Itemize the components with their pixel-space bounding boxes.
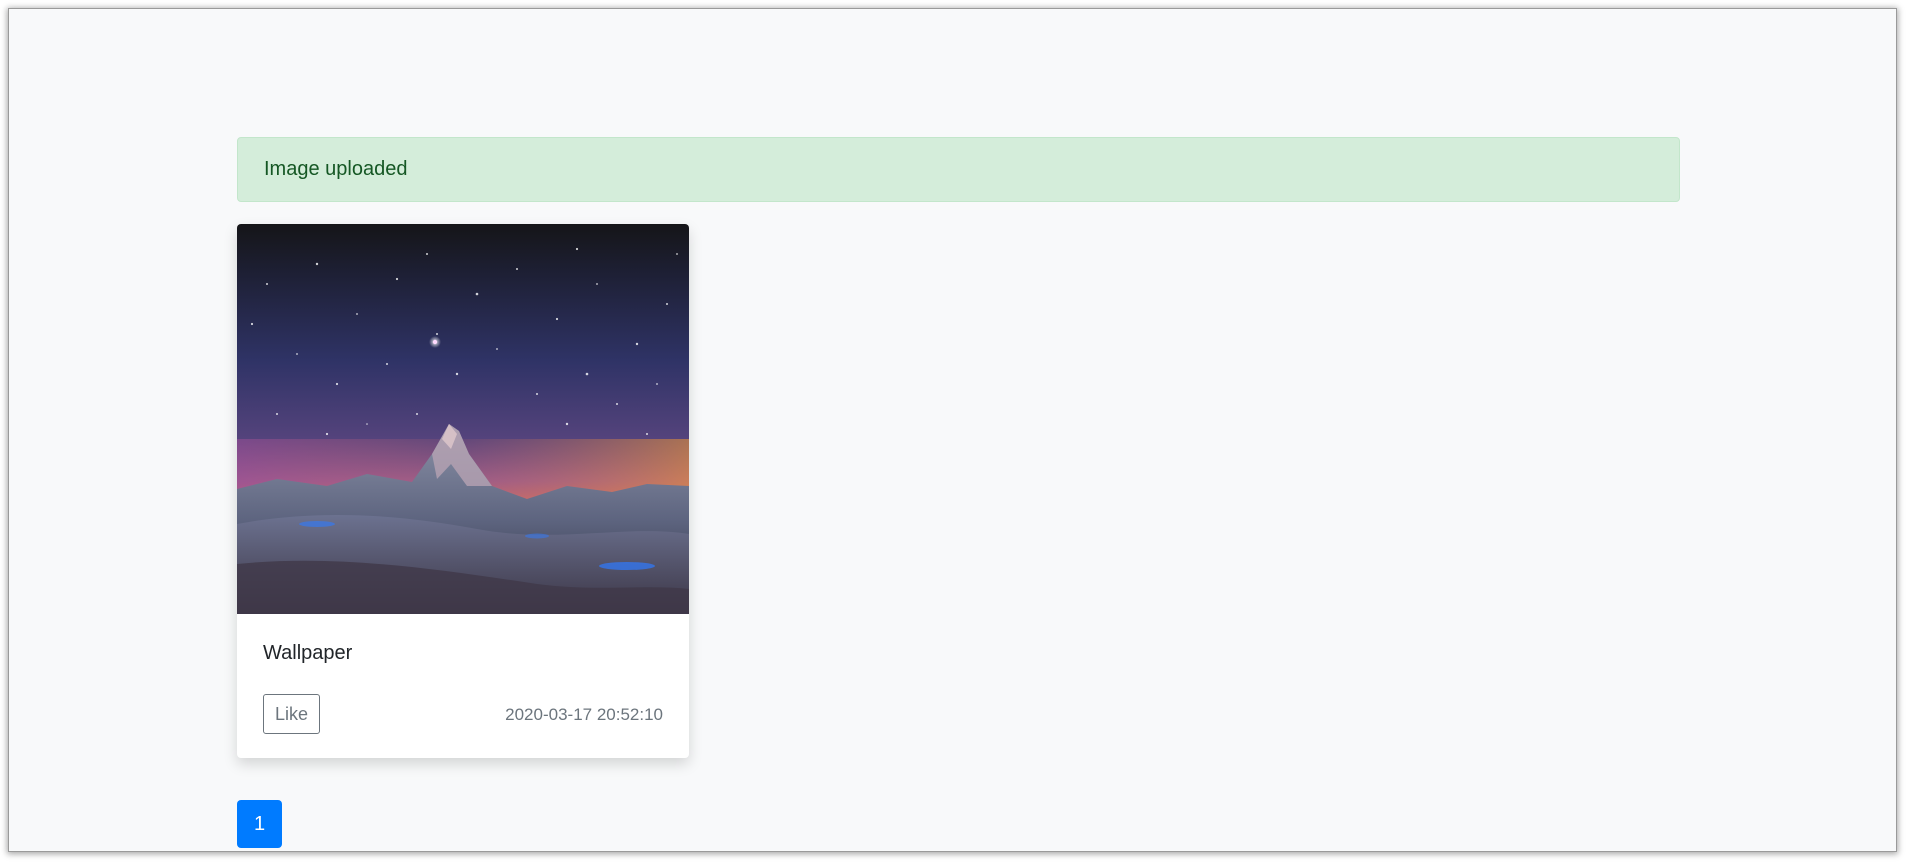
- upload-timestamp: 2020-03-17 20:52:10: [505, 705, 663, 724]
- like-button[interactable]: Like: [263, 694, 320, 734]
- main-container: Image uploaded Wallpaper Like 2020-03-17…: [237, 137, 1680, 848]
- card-title: Wallpaper: [263, 642, 353, 664]
- success-alert: Image uploaded: [237, 137, 1680, 202]
- card-image[interactable]: [237, 224, 689, 614]
- alert-message: Image uploaded: [264, 158, 408, 180]
- image-card: Wallpaper Like 2020-03-17 20:52:10: [237, 224, 689, 758]
- pagination: 1: [237, 800, 282, 848]
- browser-viewport: Image uploaded Wallpaper Like 2020-03-17…: [9, 9, 1896, 851]
- page-1-button[interactable]: 1: [237, 800, 282, 848]
